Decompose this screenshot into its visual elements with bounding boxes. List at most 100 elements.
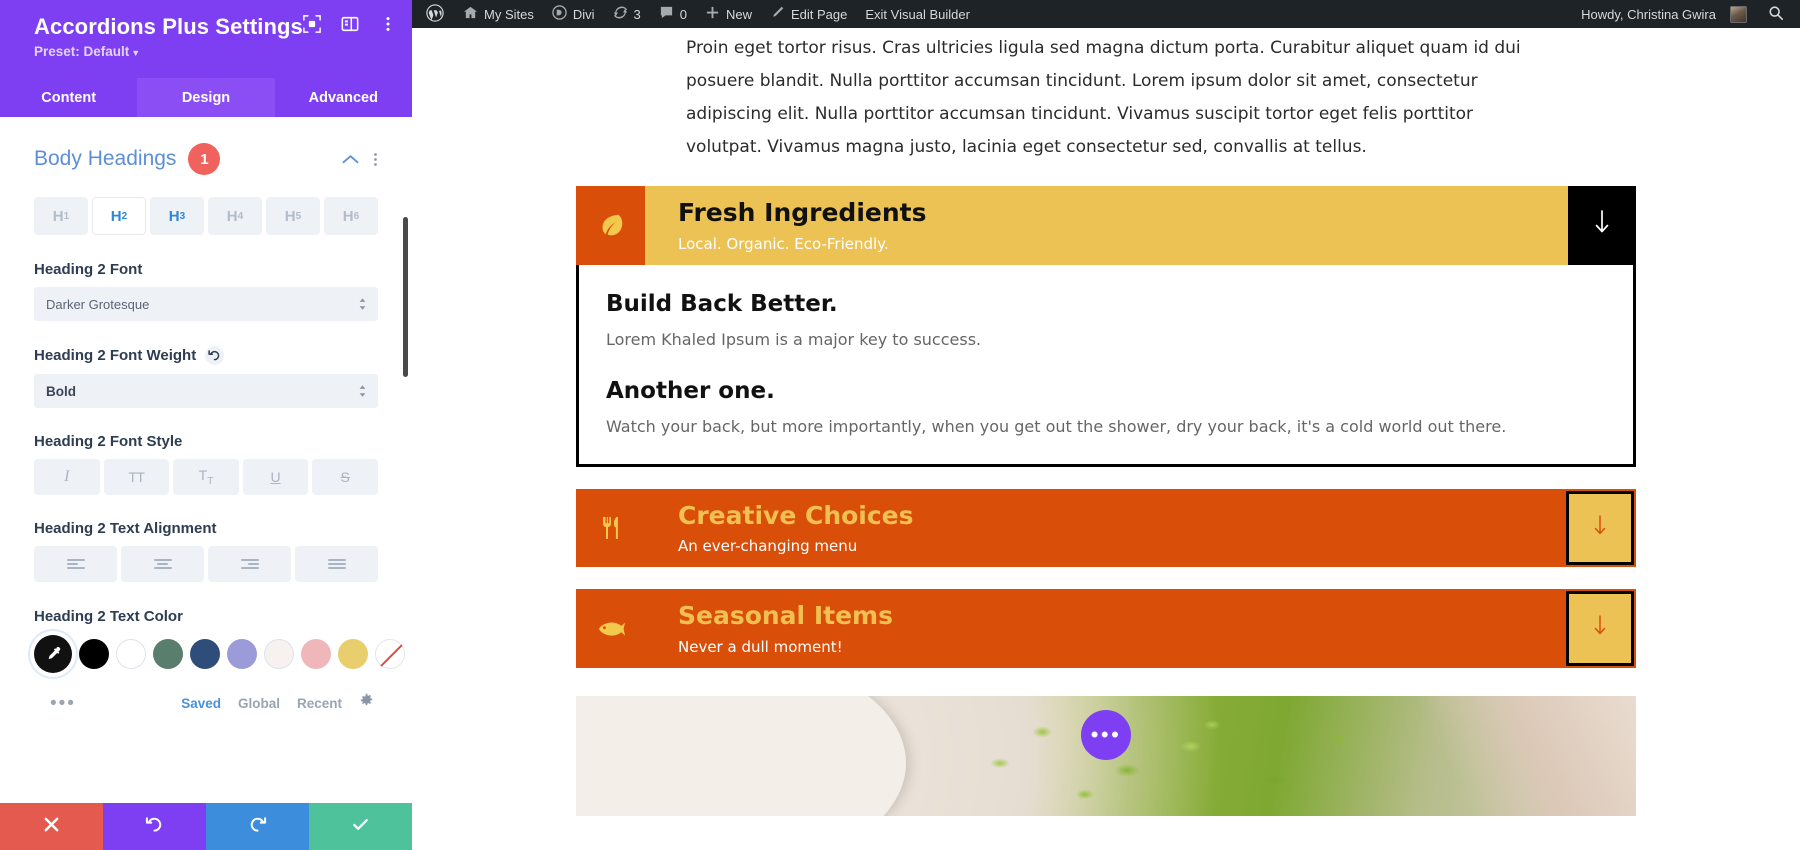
focus-frame-icon[interactable] — [302, 14, 322, 34]
smallcaps-button[interactable]: TT — [173, 459, 239, 495]
comments[interactable]: 0 — [650, 0, 696, 28]
align-justify-icon — [327, 557, 346, 571]
panel-scrollbar-track[interactable] — [403, 117, 410, 803]
my-sites[interactable]: My Sites — [454, 0, 543, 28]
swatch-gold[interactable] — [338, 639, 368, 669]
search-button[interactable] — [1756, 5, 1800, 24]
uppercase-button[interactable]: TT — [103, 459, 170, 495]
more-vertical-icon[interactable] — [378, 14, 398, 34]
heading-level-h4[interactable]: H4 — [208, 197, 262, 235]
eyedropper-icon[interactable] — [34, 635, 72, 673]
divi-menu[interactable]: Divi — [543, 0, 604, 28]
swatch-navy[interactable] — [190, 639, 220, 669]
greeting-label: Howdy, Christina Gwira — [1581, 6, 1716, 22]
underline-button[interactable]: U — [242, 459, 309, 495]
undo-button[interactable] — [103, 803, 206, 850]
exit-visual-builder[interactable]: Exit Visual Builder — [856, 0, 979, 28]
user-greeting[interactable]: Howdy, Christina Gwira — [1572, 0, 1756, 28]
tab-design[interactable]: Design — [137, 78, 275, 117]
color-tab-recent[interactable]: Recent — [297, 696, 342, 711]
color-tab-global[interactable]: Global — [238, 696, 280, 711]
align-right-button[interactable] — [208, 546, 291, 582]
module-options-button[interactable]: ••• — [1081, 709, 1131, 760]
wordpress-logo[interactable] — [412, 0, 454, 28]
cancel-button[interactable] — [0, 803, 103, 850]
visual-builder-canvas: Proin eget tortor risus. Cras ultricies … — [412, 28, 1800, 850]
heading-weight-select[interactable]: Bold — [34, 374, 378, 408]
italic-glyph: I — [64, 468, 70, 485]
accordion-icon-cell — [576, 488, 645, 568]
new-content[interactable]: New — [696, 0, 761, 28]
accordion-subtitle: Never a dull moment! — [678, 637, 843, 656]
preset-selector[interactable]: Preset: Default ▼ — [34, 44, 394, 59]
accordion-header[interactable]: Seasonal Items Never a dull moment! — [576, 589, 1636, 668]
chevron-up-icon[interactable] — [342, 154, 359, 165]
italic-button[interactable]: I — [34, 459, 100, 495]
swatch-white[interactable] — [116, 639, 146, 669]
text-alignment-buttons — [34, 546, 378, 582]
heading-level-h6[interactable]: H6 — [324, 197, 378, 235]
accordion-header[interactable]: Fresh Ingredients Local. Organic. Eco-Fr… — [576, 186, 1636, 265]
edit-page-label: Edit Page — [791, 6, 848, 22]
redo-icon — [248, 815, 267, 839]
smallcaps-glyph: TT — [198, 467, 214, 487]
preset-label: Preset: Default — [34, 44, 130, 60]
accordion-title: Fresh Ingredients — [678, 198, 927, 227]
chevron-updown-icon — [358, 297, 367, 311]
swatch-pink[interactable] — [301, 639, 331, 669]
underline-glyph: U — [270, 469, 281, 485]
exit-visual-builder-label: Exit Visual Builder — [865, 6, 970, 22]
gear-icon[interactable] — [359, 693, 374, 713]
layout-panel-icon[interactable] — [340, 14, 360, 34]
save-button[interactable] — [309, 803, 412, 850]
section-header-body-headings[interactable]: Body Headings 1 — [34, 143, 378, 175]
accordion-text-cell: Fresh Ingredients Local. Organic. Eco-Fr… — [645, 186, 1568, 265]
panel-paragraph-1: Lorem Khaled Ipsum is a major key to suc… — [606, 329, 982, 349]
color-tab-saved[interactable]: Saved — [181, 696, 221, 711]
tab-content[interactable]: Content — [0, 78, 137, 117]
swatch-black[interactable] — [79, 639, 109, 669]
heading-level-h5[interactable]: H5 — [266, 197, 320, 235]
h1-sub: 1 — [63, 210, 70, 222]
divi-label: Divi — [572, 6, 595, 22]
smallcaps-sub: T — [207, 475, 214, 487]
arrow-down-icon — [1593, 514, 1607, 543]
align-center-button[interactable] — [121, 546, 204, 582]
heading-font-value: Darker Grotesque — [46, 296, 150, 312]
updates[interactable]: 3 — [604, 0, 650, 28]
reset-icon[interactable] — [205, 346, 225, 365]
accordion-toggle-button[interactable] — [1568, 186, 1636, 265]
accordion-toggle-button[interactable] — [1566, 490, 1634, 566]
new-label: New — [725, 6, 752, 22]
heading-level-h2[interactable]: H2 — [92, 197, 146, 235]
accordion-toggle-button[interactable] — [1566, 591, 1634, 666]
color-swatch-row — [34, 635, 405, 673]
align-left-button[interactable] — [34, 546, 117, 582]
swatch-transparent[interactable] — [375, 639, 405, 669]
heading-level-h1[interactable]: H1 — [34, 197, 88, 235]
strikethrough-button[interactable]: S — [312, 459, 378, 495]
align-justify-button[interactable] — [295, 546, 378, 582]
swatch-sage[interactable] — [153, 639, 183, 669]
accordion-item-creative-choices: Creative Choices An ever-changing menu — [576, 488, 1636, 568]
swatch-offwhite[interactable] — [264, 639, 294, 669]
heading-font-select[interactable]: Darker Grotesque — [34, 287, 378, 321]
heading-level-tabs: H1 H2 H3 H4 H5 H6 — [34, 197, 378, 235]
tab-advanced[interactable]: Advanced — [275, 78, 412, 117]
updates-count: 3 — [633, 6, 641, 22]
strikethrough-glyph: S — [340, 469, 350, 485]
section-header-icons — [342, 151, 378, 168]
more-vertical-icon[interactable] — [373, 151, 378, 168]
panel-scrollbar-thumb[interactable] — [403, 217, 408, 377]
color-swatch-meta: ••• Saved Global Recent — [34, 693, 378, 713]
arrow-down-icon — [1593, 614, 1607, 643]
swatch-periwinkle[interactable] — [227, 639, 257, 669]
plus-icon — [705, 5, 720, 23]
redo-button[interactable] — [206, 803, 309, 850]
heading-weight-label-text: Heading 2 Font Weight — [34, 347, 197, 364]
more-colors-button[interactable]: ••• — [50, 694, 76, 713]
photo-hand — [1386, 695, 1636, 816]
heading-level-h3[interactable]: H3 — [150, 197, 204, 235]
edit-page[interactable]: Edit Page — [761, 0, 856, 28]
accordion-header[interactable]: Creative Choices An ever-changing menu — [576, 488, 1636, 568]
